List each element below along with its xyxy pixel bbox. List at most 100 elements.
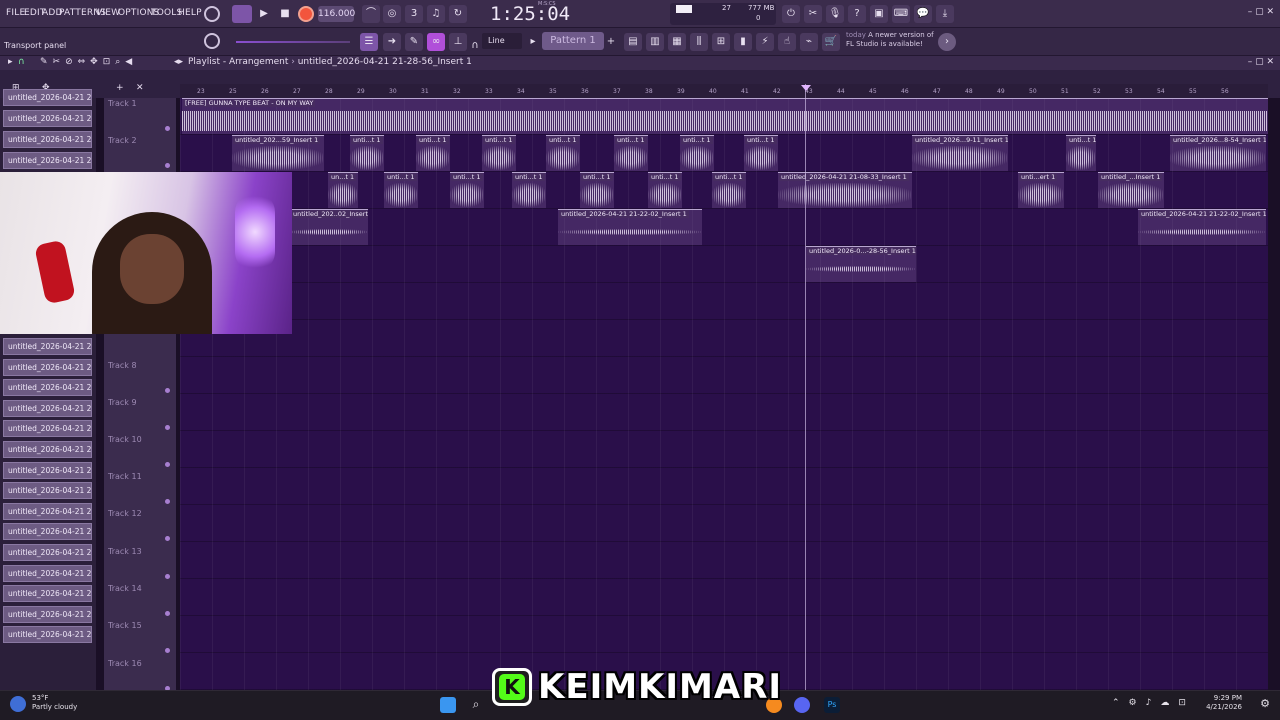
- audio-clip[interactable]: unti...t 1: [680, 135, 714, 171]
- picker-clip-item[interactable]: untitled_2026-04-21 21-...: [3, 152, 92, 169]
- picker-clip-item[interactable]: untitled_2026-04-21 21-...: [3, 89, 92, 106]
- track-label[interactable]: Track 2: [108, 136, 137, 145]
- photoshop-icon[interactable]: Ps: [824, 697, 840, 713]
- pencil-icon[interactable]: ✎: [405, 33, 423, 51]
- record-button[interactable]: [298, 6, 314, 22]
- track-mute-dot[interactable]: [165, 126, 170, 131]
- track-mute-dot[interactable]: [165, 648, 170, 653]
- picker-clip-item[interactable]: untitled_2026-04-21 21-...: [3, 626, 92, 644]
- audio-clip[interactable]: unti...t 1: [384, 172, 418, 208]
- track-label[interactable]: Track 13: [108, 547, 142, 556]
- plug-icon[interactable]: ⚡: [756, 33, 774, 51]
- track-mute-dot[interactable]: [165, 574, 170, 579]
- track-mute-dot[interactable]: [165, 462, 170, 467]
- menu-help[interactable]: HELP: [178, 8, 202, 18]
- playlist-menu-icon[interactable]: ▸: [8, 57, 13, 67]
- pattern-select[interactable]: Pattern 1: [542, 32, 604, 50]
- notification-icon[interactable]: ⚙: [1260, 697, 1270, 710]
- magnet-icon[interactable]: ∩: [470, 37, 480, 51]
- help-icon[interactable]: ?: [848, 5, 866, 23]
- audio-clip[interactable]: untitled_2026...9-11_Insert 1: [912, 135, 1008, 171]
- track-label[interactable]: Track 8: [108, 361, 137, 370]
- picker-clip-item[interactable]: untitled_2026-04-21 21-...: [3, 358, 92, 376]
- audio-clip[interactable]: unti...t 1: [712, 172, 746, 208]
- picker-clip-item[interactable]: untitled_2026-04-21 21-...: [3, 420, 92, 438]
- stamp-icon[interactable]: ⊥: [449, 33, 467, 51]
- audio-clip[interactable]: unti...t 1: [744, 135, 778, 171]
- channel-rack-icon[interactable]: ▥: [646, 33, 664, 51]
- timeline-ruler[interactable]: [180, 84, 1268, 98]
- stop-icon[interactable]: ■: [276, 5, 294, 23]
- track-label[interactable]: Track 11: [108, 472, 142, 481]
- mixer-icon[interactable]: ⫼: [690, 33, 708, 51]
- audio-clip[interactable]: unti...t 1: [614, 135, 648, 171]
- picker-clip-item[interactable]: untitled_2026-04-21 21-...: [3, 379, 92, 397]
- audio-clip[interactable]: unti...t 1: [648, 172, 682, 208]
- snap-select[interactable]: Line: [482, 33, 522, 49]
- track-label[interactable]: Track 14: [108, 584, 142, 593]
- audio-clip[interactable]: unti...ert 1: [1018, 172, 1064, 208]
- taskbar-clock[interactable]: 9:29 PM 4/21/2026: [1206, 694, 1242, 712]
- audio-clip[interactable]: untitled_2026-0...-28-56_Insert 1: [806, 246, 916, 282]
- touch-icon[interactable]: ☝: [778, 33, 796, 51]
- audio-clip[interactable]: unti...t 1: [416, 135, 450, 171]
- add-pattern-icon[interactable]: +: [606, 33, 616, 51]
- track-mute-dot[interactable]: [165, 499, 170, 504]
- power-icon[interactable]: ⏻: [782, 5, 800, 23]
- track-label[interactable]: Track 9: [108, 398, 137, 407]
- picker-clip-item[interactable]: untitled_2026-04-21 21-...: [3, 564, 92, 582]
- menu-view[interactable]: VIEW: [96, 8, 120, 18]
- picker-clip-item[interactable]: untitled_2026-04-21 21-...: [3, 544, 92, 561]
- playlist-view-icon[interactable]: ☰: [360, 33, 378, 51]
- news-panel[interactable]: today A newer version of FL Studio is av…: [846, 31, 936, 49]
- track-mute-dot[interactable]: [165, 388, 170, 393]
- midi-icon[interactable]: ⌨: [892, 5, 910, 23]
- playlist-tools-icons[interactable]: ✎✂⊘⇔✥⊡⌕◀: [40, 57, 137, 67]
- playlist-window-controls[interactable]: – ▢ ✕: [1248, 57, 1274, 67]
- picker-clip-item[interactable]: untitled_2026-04-21 21-...: [3, 110, 92, 127]
- picker-clip-item[interactable]: untitled_2026-04-21 21-...: [3, 523, 92, 541]
- audio-clip[interactable]: unti...t 1: [580, 172, 614, 208]
- playhead-marker[interactable]: [801, 85, 811, 91]
- audio-clip[interactable]: unti...t 1: [482, 135, 516, 171]
- arrow-right-icon[interactable]: ➜: [383, 33, 401, 51]
- master-pitch-knob[interactable]: [204, 33, 220, 49]
- picker-clip-item[interactable]: untitled_2026-04-21 21-...: [3, 131, 92, 148]
- picker-clip-item[interactable]: untitled_2026-04-21 21-...: [3, 461, 92, 479]
- pattern-prev-icon[interactable]: ▸: [528, 33, 538, 51]
- loop-record-icon[interactable]: ↻: [449, 5, 467, 23]
- picker-clip-item[interactable]: untitled_2026-04-21 21-...: [3, 441, 92, 458]
- weather-icon[interactable]: [10, 696, 26, 712]
- track-label[interactable]: Track 1: [108, 99, 137, 108]
- audio-clip[interactable]: [FREE] GUNNA TYPE BEAT - ON MY WAY: [182, 98, 1268, 134]
- step-edit-icon[interactable]: ♫: [427, 5, 445, 23]
- download-icon[interactable]: ⤓: [936, 5, 954, 23]
- track-label[interactable]: Track 16: [108, 659, 142, 668]
- picker-clip-item[interactable]: untitled_2026-04-21 21-...: [3, 605, 92, 623]
- audio-clip[interactable]: untitled_2026-04-21 21-22-02_Insert 1: [1138, 209, 1266, 245]
- master-volume-slider[interactable]: [236, 41, 350, 43]
- picker-clip-item[interactable]: untitled_2026-04-21 21-...: [3, 482, 92, 500]
- audio-clip[interactable]: untitled_202..02_Insert 1: [290, 209, 368, 245]
- audio-clip[interactable]: unti...t 1: [450, 172, 484, 208]
- search-icon[interactable]: ⌕: [468, 697, 484, 713]
- track-label[interactable]: Track 15: [108, 621, 142, 630]
- discord-icon[interactable]: [794, 697, 810, 713]
- playlist-snap-icon[interactable]: ∩: [18, 57, 25, 67]
- audio-clip[interactable]: untitled_...Insert 1: [1098, 172, 1164, 208]
- audio-clip[interactable]: unti...t 1: [350, 135, 384, 171]
- browser-icon[interactable]: ⊞: [712, 33, 730, 51]
- audio-clip[interactable]: unti...t 1: [1066, 135, 1096, 171]
- microphone-icon[interactable]: 🎙: [826, 5, 844, 23]
- link-icon[interactable]: ∞: [427, 33, 445, 51]
- piano-roll-icon[interactable]: ▦: [668, 33, 686, 51]
- track-label[interactable]: Track 12: [108, 509, 142, 518]
- pipe-icon[interactable]: ⌁: [800, 33, 818, 51]
- save-icon[interactable]: ▣: [870, 5, 888, 23]
- window-controls[interactable]: – ▢ ✕: [1248, 7, 1274, 17]
- playhead-line[interactable]: [805, 84, 806, 690]
- windows-start-icon[interactable]: [440, 697, 456, 713]
- track-mute-dot[interactable]: [165, 611, 170, 616]
- audio-clip[interactable]: untitled_2026-04-21 21-08-33_Insert 1: [778, 172, 912, 208]
- audio-clip[interactable]: untitled_202...59_Insert 1: [232, 135, 324, 171]
